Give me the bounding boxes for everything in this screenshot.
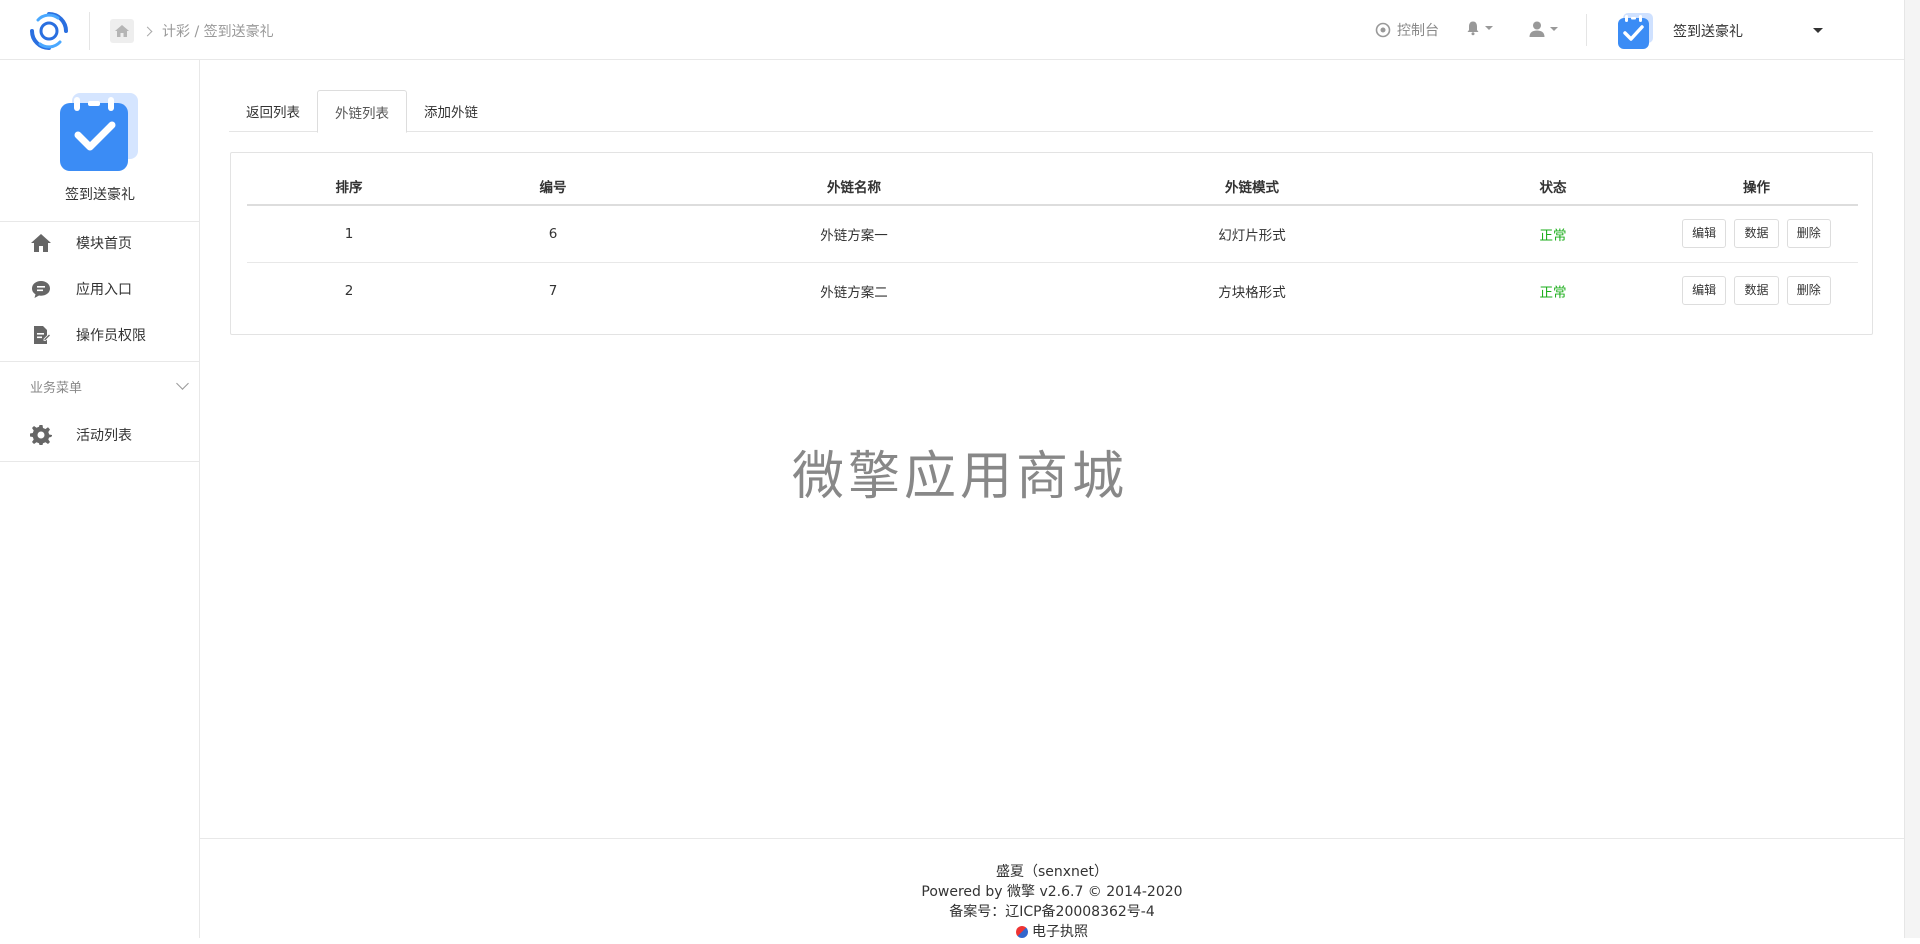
cell-order: 2 — [344, 282, 354, 299]
delete-button[interactable]: 删除 — [1786, 219, 1831, 249]
license-emblem-icon — [1016, 926, 1028, 938]
data-button[interactable]: 数据 — [1734, 219, 1779, 249]
footer-license-link[interactable]: 电子执照 — [1016, 922, 1088, 942]
cell-actions: 编辑 数据 删除 — [1655, 205, 1858, 263]
sidebar-item-label: 应用入口 — [76, 282, 132, 298]
cell-mode: 方块格形式 — [1218, 284, 1286, 301]
cell-id: 7 — [548, 282, 558, 299]
column-header-name[interactable]: 外链名称 — [655, 167, 1053, 206]
doc-edit-icon — [30, 324, 52, 346]
dashboard-icon — [1375, 22, 1391, 38]
caret-down-icon — [1485, 26, 1493, 30]
column-header-mode[interactable]: 外链模式 — [1053, 167, 1451, 206]
column-header-actions: 操作 — [1655, 167, 1858, 206]
tab-add-link[interactable]: 添加外链 — [407, 90, 495, 132]
sidebar-item-operator-permissions[interactable]: 操作员权限 — [0, 315, 199, 355]
sidebar-item-module-home[interactable]: 模块首页 — [0, 223, 199, 263]
table-row: 1 6 外链方案一 幻灯片形式 正常 编辑 数据 删除 — [247, 205, 1858, 263]
caret-down-icon[interactable] — [1813, 28, 1823, 33]
cell-name: 外链方案二 — [820, 284, 888, 301]
watermark-text: 微擎应用商城 — [791, 447, 1128, 507]
home-icon — [30, 232, 52, 254]
chevron-right-icon — [142, 26, 153, 36]
cell-mode: 幻灯片形式 — [1053, 205, 1451, 263]
column-header-id[interactable]: 编号 — [451, 167, 655, 206]
notification-button[interactable] — [1465, 20, 1493, 36]
sidebar-divider — [0, 361, 199, 362]
edit-button[interactable]: 编辑 — [1682, 219, 1727, 249]
bell-icon — [1467, 21, 1479, 36]
caret-down-icon — [1550, 27, 1558, 31]
cell-id: 6 — [451, 205, 655, 263]
console-label: 控制台 — [1397, 23, 1439, 39]
delete-button[interactable]: 删除 — [1786, 276, 1831, 306]
tab-bar: 返回列表 外链列表 添加外链 — [229, 90, 1873, 133]
footer-powered-by: Powered by 微擎 v2.6.7 © 2014-2020 — [921, 884, 1183, 900]
sidebar-item-label: 模块首页 — [76, 236, 132, 252]
table-row: 2 7 外链方案二 方块格形式 正常 编辑 数据 删除 — [247, 262, 1858, 319]
console-link[interactable]: 控制台 — [1375, 20, 1439, 40]
tab-link-list[interactable]: 外链列表 — [317, 90, 407, 133]
sidebar-item-app-entry[interactable]: 应用入口 — [0, 269, 199, 309]
sidebar-app-name: 签到送豪礼 — [65, 187, 135, 203]
link-list-panel: 排序 编号 外链名称 外链模式 状态 操作 1 6 外链方案一 幻灯片形式 正常… — [230, 152, 1873, 335]
chat-icon — [30, 278, 52, 300]
status-badge: 正常 — [1539, 284, 1567, 301]
user-menu-button[interactable] — [1528, 20, 1558, 38]
status-badge: 正常 — [1451, 205, 1655, 263]
tab-back-to-list[interactable]: 返回列表 — [229, 90, 317, 132]
user-icon — [1529, 21, 1545, 37]
sidebar-group-label: 业务菜单 — [30, 380, 83, 396]
edit-button[interactable]: 编辑 — [1682, 276, 1727, 306]
page-footer: 盛夏（senxnet） Powered by 微擎 v2.6.7 © 2014-… — [200, 862, 1904, 944]
footer-company: 盛夏（senxnet） — [995, 864, 1109, 880]
app-calendar-icon[interactable] — [1616, 11, 1656, 51]
data-button[interactable]: 数据 — [1734, 276, 1779, 306]
app-calendar-icon — [60, 93, 138, 171]
footer-license-label: 电子执照 — [1032, 924, 1088, 940]
column-header-order[interactable]: 排序 — [247, 167, 451, 206]
app-logo-icon[interactable] — [28, 10, 70, 52]
header-divider — [1586, 14, 1587, 46]
header-divider — [89, 12, 90, 50]
footer-icp[interactable]: 备案号：辽ICP备20008362号-4 — [200, 902, 1904, 922]
sidebar-group-business-menu[interactable]: 业务菜单 — [0, 366, 199, 406]
cell-name: 外链方案一 — [655, 205, 1053, 263]
column-header-status[interactable]: 状态 — [1451, 167, 1655, 206]
link-table: 排序 编号 外链名称 外链模式 状态 操作 1 6 外链方案一 幻灯片形式 正常… — [247, 167, 1858, 319]
breadcrumb-text[interactable]: 计彩 / 签到送豪礼 — [162, 21, 274, 41]
table-header-row: 排序 编号 外链名称 外链模式 状态 操作 — [247, 167, 1858, 206]
top-header: 计彩 / 签到送豪礼 控制台 签到送豪礼 — [0, 0, 1904, 60]
home-icon[interactable] — [110, 19, 134, 43]
footer-divider — [200, 838, 1904, 839]
sidebar-item-label: 操作员权限 — [76, 328, 146, 344]
chevron-down-icon — [176, 376, 189, 390]
breadcrumb: 计彩 / 签到送豪礼 — [110, 19, 274, 43]
cell-actions: 编辑 数据 删除 — [1655, 262, 1858, 319]
header-app-name[interactable]: 签到送豪礼 — [1673, 21, 1743, 41]
cell-order: 1 — [247, 205, 451, 263]
sidebar-divider — [0, 221, 199, 222]
